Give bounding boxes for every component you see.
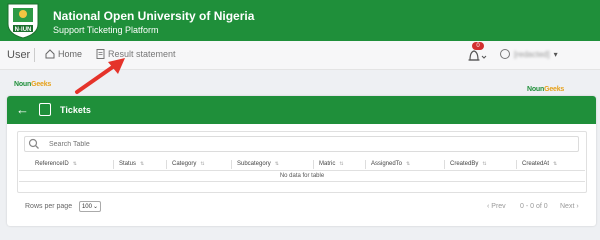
noungeeks-logo-right: NounGeeks xyxy=(527,86,565,93)
column-header-status[interactable]: Status ⇅ xyxy=(119,161,144,167)
home-icon xyxy=(45,49,55,59)
notification-badge: 0 xyxy=(472,42,484,50)
next-page-button[interactable]: Next › xyxy=(560,203,579,210)
back-arrow-icon[interactable]: ← xyxy=(16,102,29,117)
platform-subtitle: Support Ticketing Platform xyxy=(53,25,159,35)
chevron-down-icon: ▾ xyxy=(553,49,558,59)
table-search[interactable] xyxy=(24,136,579,152)
user-avatar-icon xyxy=(500,49,510,59)
pagination-range: 0 - 0 of 0 xyxy=(520,203,548,210)
app-header: N◦IUN National Open University of Nigeri… xyxy=(0,0,600,41)
annotation-arrow xyxy=(75,58,125,94)
search-input[interactable] xyxy=(49,140,569,148)
svg-text:N◦IUN: N◦IUN xyxy=(15,27,32,33)
card-header: ← Tickets xyxy=(7,96,596,124)
column-header-referenceid[interactable]: ReferenceID ⇅ xyxy=(35,161,77,167)
university-logo: N◦IUN xyxy=(7,3,39,39)
column-header-category[interactable]: Category ⇅ xyxy=(172,161,205,167)
ticket-icon xyxy=(39,103,51,116)
column-header-subcategory[interactable]: Subcategory ⇅ xyxy=(237,161,279,167)
section-label: User xyxy=(7,49,31,61)
table-header: ReferenceID ⇅ Status ⇅ Category ⇅ Subcatego… xyxy=(19,158,585,171)
university-name: National Open University of Nigeria xyxy=(53,9,255,23)
column-header-matric[interactable]: Matric ⇅ xyxy=(319,161,344,167)
rows-per-page-select[interactable]: 100 ⌄ xyxy=(79,201,101,212)
table-footer: Rows per page 100 ⌄ ‹ Prev 0 - 0 of 0 Nex… xyxy=(7,200,596,214)
column-header-createdby[interactable]: CreatedBy ⇅ xyxy=(450,161,487,167)
user-name: [redacted] xyxy=(514,49,550,59)
card-title: Tickets xyxy=(60,105,91,115)
rows-per-page-label: Rows per page xyxy=(25,203,73,210)
nav-divider xyxy=(34,48,35,62)
noungeeks-logo-left: NounGeeks xyxy=(14,81,52,88)
empty-table-message: No data for table xyxy=(19,173,585,182)
column-header-assignedto[interactable]: AssignedTo ⇅ xyxy=(371,161,410,167)
tickets-card: ← Tickets ReferenceID⇅ Status⇅ Category⇅… xyxy=(7,96,596,226)
column-header-createdat[interactable]: CreatedAt ⇅ xyxy=(522,161,557,167)
search-icon xyxy=(28,138,39,149)
user-menu[interactable]: [redacted] ▾ xyxy=(500,49,558,59)
prev-page-button[interactable]: ‹ Prev xyxy=(487,203,506,210)
chevron-down-icon: ⌄ xyxy=(92,204,99,210)
tickets-table: ReferenceID⇅ Status⇅ Category⇅ Subcatego… xyxy=(17,131,587,193)
